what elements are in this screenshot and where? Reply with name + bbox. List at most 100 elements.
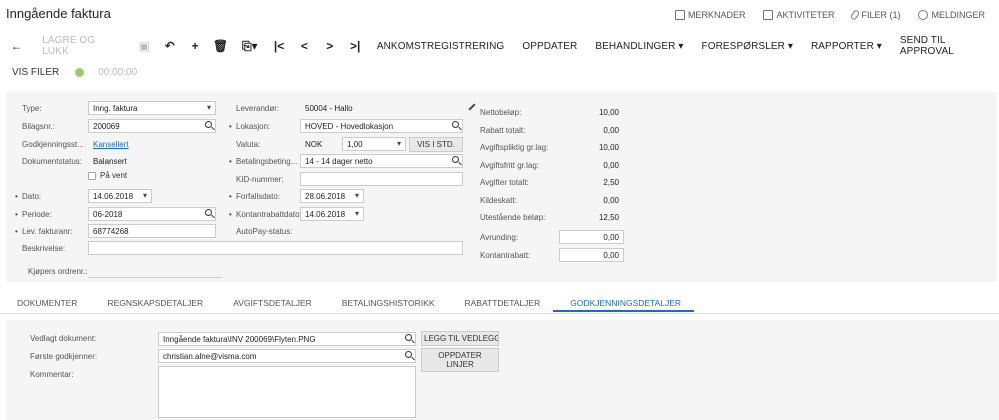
attached-document-label: Vedlagt dokument: [30, 334, 97, 343]
terms-input[interactable]: 14 - 14 dager netto [300, 154, 463, 168]
back-button[interactable]: ← [0, 36, 33, 56]
tab-bar: DOKUMENTER REGNSKAPSDETALJER AVGIFTSDETA… [0, 296, 999, 314]
messages-label: MELDINGER [931, 10, 985, 20]
messages-button[interactable]: MELDINGER [918, 10, 985, 20]
last-record-button[interactable]: >| [342, 36, 367, 56]
arrival-registration-button[interactable]: ANKOMSTREGISTRERING [368, 36, 513, 56]
type-select[interactable]: Inng. faktura [88, 101, 216, 115]
period-input[interactable]: 06-2018 [88, 207, 216, 221]
files-label: FILER (1) [861, 10, 901, 20]
arrow-left-icon: ← [10, 39, 23, 53]
edit-note-icon [674, 10, 685, 20]
tab-approval-details[interactable]: GODKJENNINGSDETALJER [553, 296, 695, 312]
doc-number-label: Bilagsnr.: [22, 122, 55, 131]
currency-value: NOK [305, 140, 323, 149]
paperclip-icon [850, 9, 861, 21]
due-date-picker[interactable]: 28.06.2018 [300, 189, 364, 203]
tab-discount-details[interactable]: RABATTDETALJER [448, 296, 554, 312]
totals-row: Utestående beløp: 12,50 [480, 213, 622, 231]
notes-button[interactable]: MERKNADER [674, 10, 745, 20]
buyer-order-input[interactable] [88, 277, 222, 278]
next-record-button[interactable]: > [317, 36, 342, 56]
attached-document-input[interactable]: Inngående faktura\INV 200069\Flyten.PNG [158, 332, 416, 346]
save-button[interactable]: ▣ [132, 36, 157, 56]
undo-button[interactable]: ↶ [157, 36, 182, 56]
doc-number-input[interactable]: 200069 [88, 119, 216, 133]
rounding-input[interactable]: 0,00 [559, 230, 624, 244]
trash-icon: 🗑︎ [212, 39, 229, 53]
page-title: Inngående faktura [6, 6, 111, 21]
caret-down-icon: ▾ [675, 40, 684, 52]
description-input[interactable] [88, 241, 463, 255]
tab-tax-details[interactable]: AVGIFTSDETALJER [216, 296, 325, 312]
reports-menu[interactable]: RAPPORTER ▾ [802, 36, 891, 56]
reports-label: RAPPORTER [810, 40, 874, 52]
tab-documents[interactable]: DOKUMENTER [0, 296, 90, 312]
totals-value: 10,00 [598, 143, 619, 152]
show-files-button[interactable]: VIS FILER [0, 67, 75, 78]
vendor-invoice-input[interactable]: 68774268 [88, 224, 216, 238]
activities-button[interactable]: AKTIVITETER [763, 10, 834, 20]
cash-discount-input[interactable]: 0,00 [559, 248, 624, 262]
vendor-value: 50004 - Hallo [305, 104, 353, 113]
totals-row: Nettobeløp: 10,00 [480, 108, 622, 126]
on-hold-checkbox[interactable]: På vent [88, 171, 127, 180]
exchange-rate-select[interactable]: 1,00 [342, 137, 406, 151]
search-icon[interactable] [205, 209, 212, 216]
totals-panel: Nettobeløp: 10,00 Rabatt totalt: 0,00 Avgi… [480, 108, 622, 231]
totals-label: Avgiftsfritt gr.lag: [480, 160, 539, 170]
location-input[interactable]: HOVED - Hovedlokasjon [300, 119, 463, 133]
due-date-label: Forfallsdato: [229, 192, 280, 201]
send-approval-button[interactable]: SEND TIL APPROVAL [891, 35, 999, 57]
inquiries-menu[interactable]: FORESPØRSLER ▾ [693, 36, 802, 56]
terms-value: 14 - 14 dager netto [305, 157, 373, 166]
timer: 00:00:00 [98, 66, 138, 78]
previous-record-button[interactable]: < [292, 36, 317, 56]
vendor-label: Leverandør: [236, 104, 280, 113]
kid-input[interactable] [300, 172, 463, 186]
autopay-status-label: AutoPay-status: [236, 227, 293, 236]
first-approver-value: christian.alne@visma.com [163, 352, 257, 361]
undo-icon: ↶ [164, 39, 175, 53]
tab-divider [0, 313, 999, 314]
first-icon: |< [273, 39, 285, 53]
copy-paste-button[interactable]: ⎘▾ [233, 36, 266, 56]
rounding-label: Avrunding: [480, 233, 519, 242]
cash-discount-date-picker[interactable]: 14.06.2018 [300, 207, 364, 221]
delete-button[interactable]: 🗑︎ [208, 36, 233, 56]
approval-status-link[interactable]: Kansellert [88, 137, 216, 151]
actions-menu[interactable]: BEHANDLINGER ▾ [586, 36, 692, 56]
attached-document-value: Inngående faktura\INV 200069\Flyten.PNG [163, 335, 316, 344]
update-lines-button[interactable]: OPPDATER LINJER [421, 348, 499, 372]
caret-down-icon: ▾ [784, 40, 793, 52]
view-base-button[interactable]: VIS I STD. [409, 137, 463, 152]
totals-label: Kildeskatt: [480, 195, 517, 205]
description-label: Beskrivelse: [22, 244, 66, 253]
add-attachment-button[interactable]: LEGG TIL VEDLEGG [421, 331, 499, 346]
add-button[interactable]: + [182, 36, 207, 56]
update-button[interactable]: OPPDATER [513, 36, 586, 56]
totals-value: 0,00 [603, 125, 619, 135]
checkbox-icon[interactable] [88, 171, 96, 180]
totals-label: Utestående beløp: [480, 213, 546, 222]
search-icon[interactable] [405, 334, 412, 341]
search-icon[interactable] [205, 121, 212, 128]
search-icon[interactable] [405, 351, 412, 358]
files-button[interactable]: FILER (1) [850, 9, 901, 21]
first-record-button[interactable]: |< [266, 36, 291, 56]
search-icon[interactable] [452, 156, 459, 163]
tab-accounting-details[interactable]: REGNSKAPSDETALJER [90, 296, 216, 312]
totals-row: Kildeskatt: 0,00 [480, 196, 622, 214]
comment-textarea[interactable] [158, 366, 416, 418]
clipboard-icon: ⎘▾ [241, 38, 258, 53]
plus-icon: + [191, 39, 199, 53]
cash-discount-date-label: Kontantrabattdato: [229, 210, 302, 219]
first-approver-input[interactable]: christian.alne@visma.com [158, 349, 416, 363]
check-circle-icon [75, 67, 85, 77]
tab-payment-history[interactable]: BETALINGSHISTORIKK [325, 296, 448, 312]
save-close-button[interactable]: LAGRE OG LUKK [33, 35, 131, 57]
date-picker[interactable]: 14.06.2018 [88, 189, 152, 203]
search-icon[interactable] [452, 121, 459, 128]
period-label: Periode: [15, 210, 52, 219]
calendar-icon [763, 10, 774, 20]
